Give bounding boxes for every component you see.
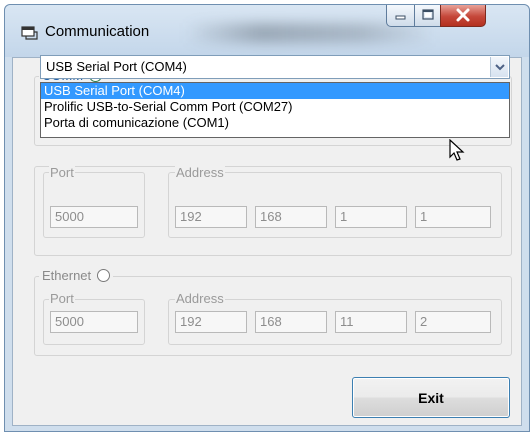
address-octet-2[interactable]: 168 xyxy=(255,206,327,228)
address-subgroup xyxy=(168,172,502,238)
comm-port-selected: USB Serial Port (COM4) xyxy=(46,59,187,74)
address-octet-3[interactable]: 1 xyxy=(335,206,407,228)
minimize-icon xyxy=(395,15,406,20)
ethernet-label: Ethernet xyxy=(42,268,92,283)
port-label: Port xyxy=(49,165,75,180)
dropdown-option[interactable]: USB Serial Port (COM4) xyxy=(41,83,509,99)
address-octet-4[interactable]: 1 xyxy=(415,206,491,228)
close-button[interactable] xyxy=(440,5,486,27)
window-app-icon xyxy=(21,26,38,40)
mouse-cursor-icon xyxy=(449,139,465,161)
port-subgroup xyxy=(43,172,145,238)
communication-window: Communication COMM Por xyxy=(4,4,530,432)
maximize-button[interactable] xyxy=(414,5,441,27)
ethernet-port-label: Port xyxy=(49,291,75,306)
minimize-button[interactable] xyxy=(386,5,415,27)
ethernet-address-octet-4[interactable]: 2 xyxy=(415,311,491,333)
ethernet-port-field[interactable]: 5000 xyxy=(50,311,138,333)
title-bar[interactable]: Communication xyxy=(5,5,529,57)
window-title: Communication xyxy=(45,23,150,40)
exit-button[interactable]: Exit xyxy=(352,377,510,418)
ethernet-address-label: Address xyxy=(175,291,225,306)
port-field[interactable]: 5000 xyxy=(50,206,138,228)
dropdown-option[interactable]: Porta di comunicazione (COM1) xyxy=(41,115,509,131)
comm-port-dropdown-list: USB Serial Port (COM4) Prolific USB-to-S… xyxy=(40,82,510,138)
ethernet-address-octet-1[interactable]: 192 xyxy=(175,311,247,333)
dropdown-option[interactable]: Prolific USB-to-Serial Comm Port (COM27) xyxy=(41,99,509,115)
ethernet-radio[interactable] xyxy=(97,269,111,282)
comm-port-select[interactable]: USB Serial Port (COM4) xyxy=(40,55,510,79)
maximize-icon xyxy=(422,9,434,20)
ethernet-address-octet-3[interactable]: 11 xyxy=(335,311,407,333)
close-icon xyxy=(456,8,470,22)
chevron-down-icon xyxy=(494,63,505,70)
ethernet-address-octet-2[interactable]: 168 xyxy=(255,311,327,333)
address-octet-1[interactable]: 192 xyxy=(175,206,247,228)
address-label: Address xyxy=(175,165,225,180)
combo-dropdown-button[interactable] xyxy=(490,57,508,77)
ethernet-legend: Ethernet xyxy=(39,268,114,283)
